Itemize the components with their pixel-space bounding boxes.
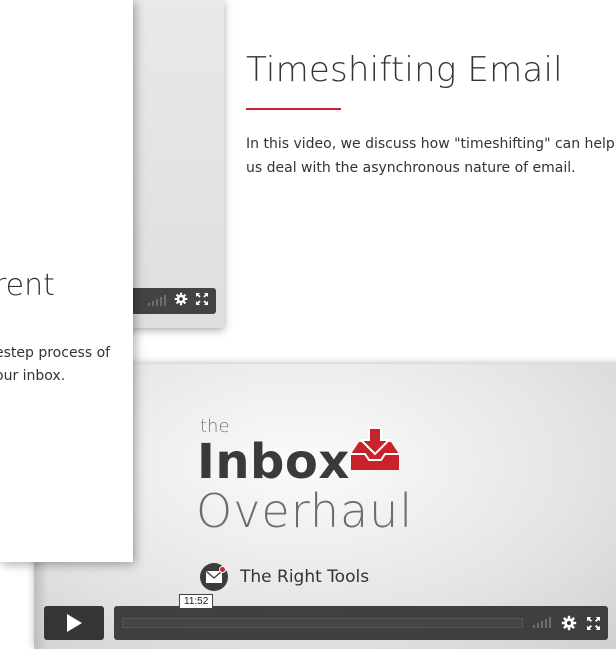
card-description-line: estep process of xyxy=(0,345,111,361)
timecode: 11:52 xyxy=(179,594,214,609)
gear-icon[interactable] xyxy=(561,615,577,631)
card-description-line: our inbox. xyxy=(0,368,66,384)
subtitle-text: The Right Tools xyxy=(240,567,370,587)
player-controls: 11:52 xyxy=(44,594,608,640)
volume-icon[interactable] xyxy=(533,617,551,628)
fullscreen-icon[interactable] xyxy=(196,292,208,310)
card-title: rent xyxy=(0,268,55,303)
subtitle-row: The Right Tools xyxy=(200,563,369,591)
title-divider xyxy=(246,108,341,110)
volume-icon[interactable] xyxy=(148,295,166,306)
progress-bar[interactable] xyxy=(122,618,523,628)
video-title[interactable]: Timeshifting Email xyxy=(246,50,616,90)
video-controls-top xyxy=(128,288,216,314)
video-info: Timeshifting Email In this video, we dis… xyxy=(246,50,616,180)
gear-icon[interactable] xyxy=(174,292,188,311)
video-description: In this video, we discuss how "timeshift… xyxy=(246,136,615,176)
control-bar: 11:52 xyxy=(114,594,608,640)
video-card-left[interactable]: rent estep process of our inbox. xyxy=(0,0,133,562)
inbox-tray-icon xyxy=(349,426,401,477)
logo-inbox-text: Inbox xyxy=(197,434,350,490)
fullscreen-icon[interactable] xyxy=(587,616,600,630)
envelope-icon xyxy=(200,563,228,591)
card-description: estep process of our inbox. xyxy=(0,342,133,388)
play-icon xyxy=(67,614,82,632)
logo-overhaul-text: Overhaul xyxy=(196,484,414,538)
video-thumbnail-top[interactable] xyxy=(120,0,224,328)
play-button[interactable] xyxy=(44,606,104,640)
